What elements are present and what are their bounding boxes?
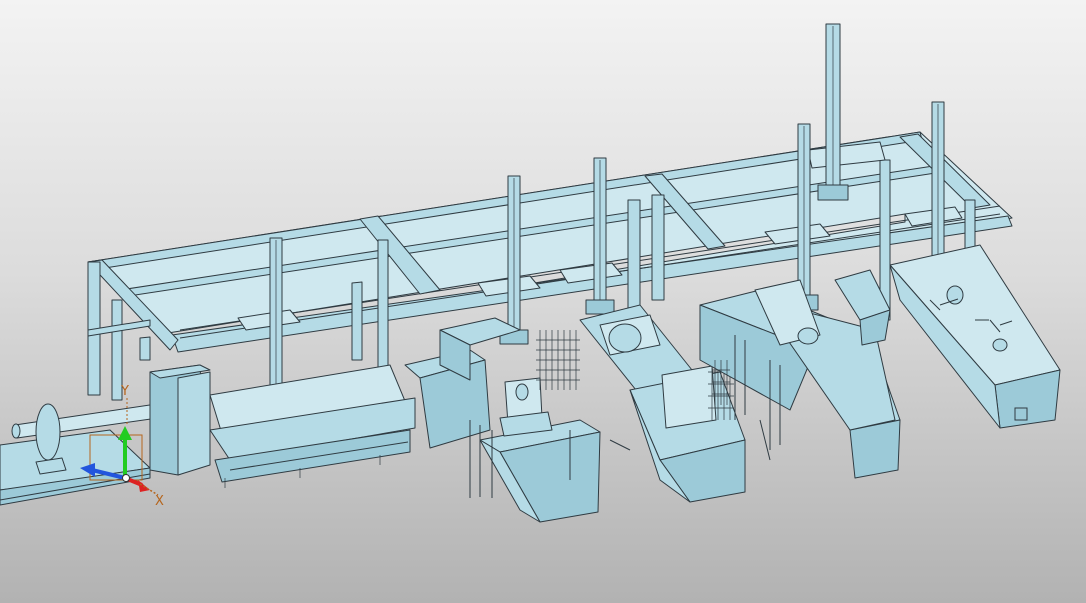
3d-graphics-viewport[interactable]: .p { fill:#b5dbe6; stroke:#2f3b42; strok…: [0, 0, 1086, 603]
x-axis-label: X: [155, 494, 164, 509]
station-1: [149, 364, 416, 488]
station-2: [404, 317, 601, 523]
y-axis-label: Y: [120, 384, 129, 399]
